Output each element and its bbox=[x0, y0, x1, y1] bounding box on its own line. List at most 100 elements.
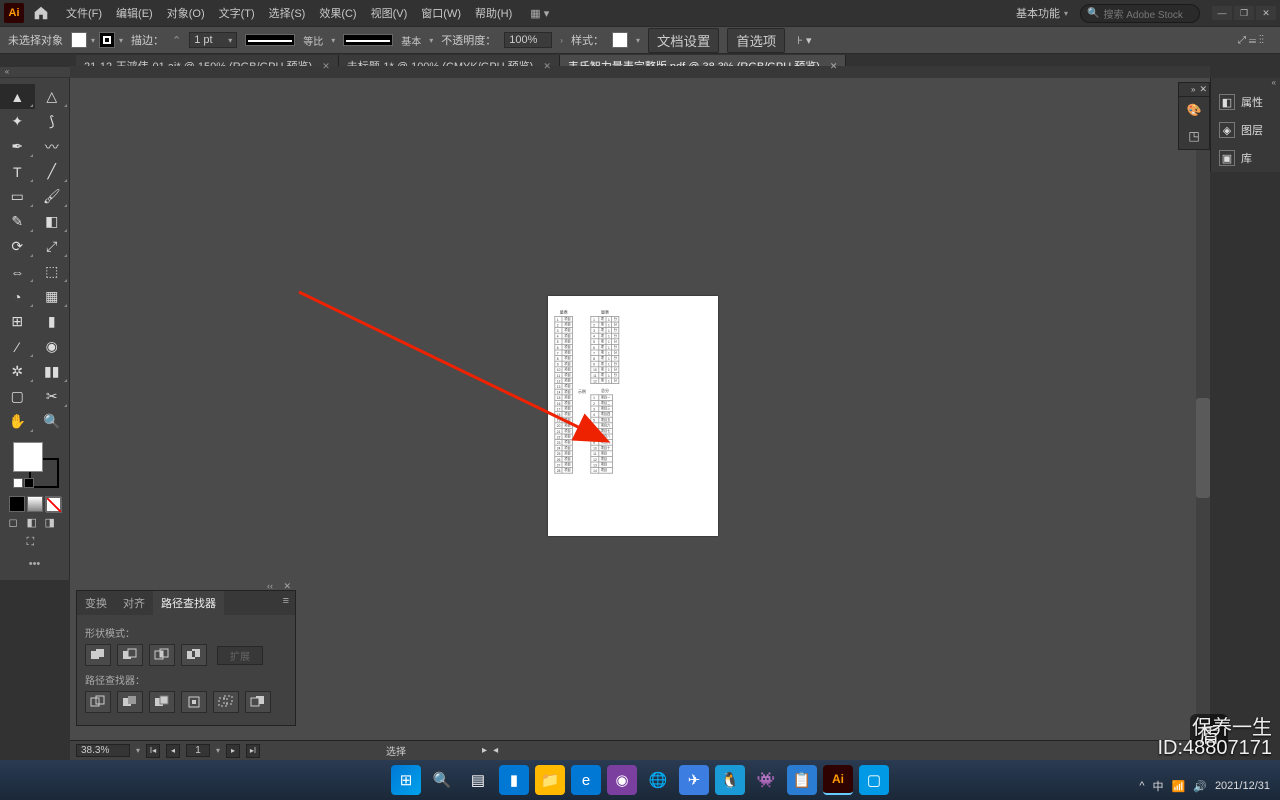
tab-transform[interactable]: 变换 bbox=[77, 591, 115, 615]
width-profile[interactable] bbox=[245, 34, 295, 46]
menu-file[interactable]: 文件(F) bbox=[60, 2, 108, 24]
first-artboard[interactable]: I◂ bbox=[146, 744, 160, 758]
scroll-left[interactable]: ▸ bbox=[482, 745, 487, 756]
draw-normal[interactable]: ◻ bbox=[9, 516, 25, 532]
shape-builder-tool[interactable]: ◔ bbox=[0, 284, 35, 309]
opacity-input[interactable]: 100% bbox=[504, 32, 552, 48]
toolbox-collapse[interactable]: « bbox=[0, 67, 14, 77]
perspective-tool[interactable]: ▦ bbox=[35, 284, 70, 309]
width-tool[interactable]: ⇔ bbox=[0, 259, 35, 284]
task-widgets[interactable]: ▮ bbox=[499, 765, 529, 795]
document-setup-button[interactable]: 文档设置 bbox=[648, 28, 719, 53]
outline-button[interactable] bbox=[213, 691, 239, 713]
close-icon[interactable]: ✕ bbox=[322, 61, 330, 72]
color-panel-icon[interactable]: 🎨 bbox=[1185, 101, 1203, 119]
color-mode[interactable] bbox=[9, 496, 25, 512]
task-qq[interactable]: 🐧 bbox=[715, 765, 745, 795]
draw-inside[interactable]: ◨ bbox=[45, 516, 61, 532]
panel-properties[interactable]: ◧属性 bbox=[1211, 88, 1280, 116]
minus-front-button[interactable] bbox=[117, 644, 143, 666]
task-view[interactable]: ▤ bbox=[463, 765, 493, 795]
free-transform-tool[interactable]: ⬚ bbox=[35, 259, 70, 284]
graphic-style-swatch[interactable] bbox=[612, 32, 628, 48]
exclude-button[interactable] bbox=[181, 644, 207, 666]
tab-align[interactable]: 对齐 bbox=[115, 591, 153, 615]
pen-tool[interactable]: ✒ bbox=[0, 134, 35, 159]
home-icon[interactable] bbox=[32, 4, 50, 22]
next-artboard[interactable]: ▸ bbox=[226, 744, 240, 758]
type-tool[interactable]: T bbox=[0, 159, 35, 184]
menu-effect[interactable]: 效果(C) bbox=[313, 2, 362, 24]
system-tray[interactable]: ^ 中 📶 🔊 2021/12/31 bbox=[1139, 778, 1270, 794]
direct-selection-tool[interactable]: △ bbox=[35, 84, 70, 109]
window-close[interactable]: ✕ bbox=[1256, 6, 1276, 20]
draw-behind[interactable]: ◧ bbox=[27, 516, 43, 532]
artboard-number[interactable]: 1 bbox=[186, 744, 210, 757]
scale-tool[interactable]: ⤢ bbox=[35, 234, 70, 259]
gradient-mode[interactable] bbox=[27, 496, 43, 512]
close-icon[interactable]: ✕ bbox=[830, 61, 838, 72]
artboard-tool[interactable]: ▢ bbox=[0, 384, 35, 409]
curvature-tool[interactable]: 〰 bbox=[35, 134, 70, 159]
fill-swatch[interactable] bbox=[71, 32, 87, 48]
tray-expand-icon[interactable]: ^ bbox=[1139, 780, 1144, 792]
panel-collapse-icon[interactable]: ‹‹ bbox=[267, 581, 273, 591]
trim-button[interactable] bbox=[117, 691, 143, 713]
task-explorer[interactable]: 📁 bbox=[535, 765, 565, 795]
workspace-switcher[interactable]: 基本功能▾ bbox=[1010, 3, 1074, 23]
scroll-marker[interactable]: ◂ bbox=[493, 745, 498, 756]
menu-select[interactable]: 选择(S) bbox=[263, 2, 312, 24]
tray-ime[interactable]: 中 bbox=[1153, 778, 1164, 794]
minus-back-button[interactable] bbox=[245, 691, 271, 713]
fill-stroke-swatches[interactable] bbox=[11, 440, 59, 488]
menu-type[interactable]: 文字(T) bbox=[213, 2, 261, 24]
eyedropper-tool[interactable]: ⁄ bbox=[0, 334, 35, 359]
task-app4[interactable]: 📋 bbox=[787, 765, 817, 795]
task-app1[interactable]: ◉ bbox=[607, 765, 637, 795]
tray-date[interactable]: 2021/12/31 bbox=[1215, 780, 1270, 792]
selection-tool[interactable]: ▲ bbox=[0, 84, 35, 109]
window-restore[interactable]: ❐ bbox=[1234, 6, 1254, 20]
window-minimize[interactable]: — bbox=[1212, 6, 1232, 20]
right-collapse[interactable]: « bbox=[1211, 78, 1280, 88]
menu-edit[interactable]: 编辑(E) bbox=[110, 2, 159, 24]
search-stock[interactable]: 🔍 搜索 Adobe Stock bbox=[1080, 4, 1200, 23]
stroke-weight-input[interactable]: 1 pt▾ bbox=[189, 32, 237, 48]
magic-wand-tool[interactable]: ✦ bbox=[0, 109, 35, 134]
preferences-button[interactable]: 首选项 bbox=[727, 28, 785, 53]
slice-tool[interactable]: ✂ bbox=[35, 384, 70, 409]
vertical-scrollbar[interactable] bbox=[1196, 88, 1210, 740]
menu-help[interactable]: 帮助(H) bbox=[469, 2, 518, 24]
shaper-tool[interactable]: ✎ bbox=[0, 209, 35, 234]
menu-object[interactable]: 对象(O) bbox=[161, 2, 211, 24]
gradient-tool[interactable]: ▮ bbox=[35, 309, 70, 334]
menu-view[interactable]: 视图(V) bbox=[365, 2, 414, 24]
prev-artboard[interactable]: ◂ bbox=[166, 744, 180, 758]
panel-menu-icon[interactable]: ≡ bbox=[277, 591, 295, 615]
panel-close-icon[interactable]: ✕ bbox=[283, 581, 291, 592]
arrange-icon[interactable]: ▦ ▾ bbox=[530, 7, 549, 20]
none-mode[interactable] bbox=[45, 496, 61, 512]
align-icon[interactable]: ⊦ ▾ bbox=[797, 34, 811, 47]
stroke-swatch[interactable] bbox=[99, 32, 115, 48]
task-app5[interactable]: ▢ bbox=[859, 765, 889, 795]
transform-icons[interactable]: ⤢ ☰ ⋮⋮ bbox=[1238, 35, 1272, 46]
blend-tool[interactable]: ◉ bbox=[35, 334, 70, 359]
mesh-tool[interactable]: ⊞ bbox=[0, 309, 35, 334]
last-artboard[interactable]: ▸I bbox=[246, 744, 260, 758]
screen-mode[interactable]: ⛶ bbox=[27, 536, 43, 552]
start-button[interactable]: ⊞ bbox=[391, 765, 421, 795]
task-app3[interactable]: 👾 bbox=[751, 765, 781, 795]
rectangle-tool[interactable]: ▭ bbox=[0, 184, 35, 209]
edit-toolbar[interactable]: ••• bbox=[0, 554, 69, 574]
panel-layers[interactable]: ◈图层 bbox=[1211, 116, 1280, 144]
brush-def[interactable] bbox=[343, 34, 393, 46]
zoom-tool[interactable]: 🔍 bbox=[35, 409, 70, 434]
crop-button[interactable] bbox=[181, 691, 207, 713]
hand-tool[interactable]: ✋ bbox=[0, 409, 35, 434]
unite-button[interactable] bbox=[85, 644, 111, 666]
float-panel-close[interactable]: »✕ bbox=[1178, 82, 1210, 96]
divide-button[interactable] bbox=[85, 691, 111, 713]
swatches-panel-icon[interactable]: ◳ bbox=[1185, 127, 1203, 145]
task-edge[interactable]: e bbox=[571, 765, 601, 795]
